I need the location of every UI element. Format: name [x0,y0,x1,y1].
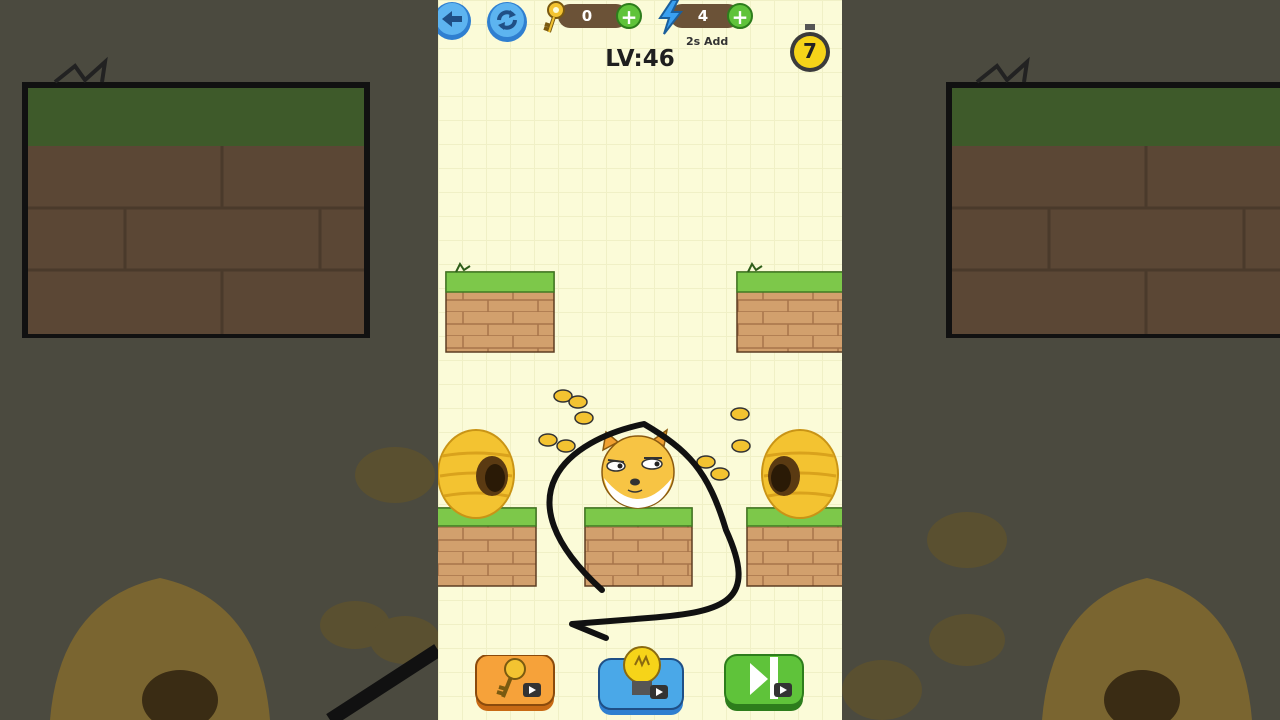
key-icon [475,654,555,711]
left-backdrop-art [22,56,438,720]
right-backdrop [842,0,1280,720]
doge-character [601,428,675,509]
key-unlock-button[interactable] [475,654,555,713]
left-backdrop [0,0,438,720]
game-viewport[interactable]: 0 + 4 + 2s Add LV:46 7 [438,0,842,720]
right-backdrop-art [842,56,1280,720]
upper-left-platform [445,262,555,353]
skip-icon [724,654,804,711]
lightbulb-icon [598,646,684,715]
lower-left-platform [438,507,537,587]
hint-button[interactable] [598,645,684,717]
upper-right-platform [736,262,842,353]
left-beehive [438,429,515,519]
right-beehive [761,429,839,519]
lower-right-platform [746,507,842,587]
skip-level-button[interactable] [724,653,804,711]
center-platform [584,507,693,587]
level-scene [438,262,842,641]
